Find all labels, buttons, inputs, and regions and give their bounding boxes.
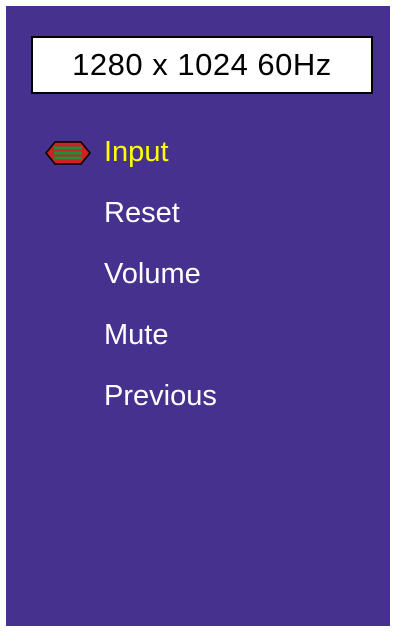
menu-item-label: Previous (104, 380, 217, 412)
menu-item-mute[interactable]: Mute (6, 305, 390, 366)
menu-list: Input Reset Volume Mute Previous (6, 122, 390, 427)
resolution-display: 1280 x 1024 60Hz (31, 36, 373, 94)
menu-item-reset[interactable]: Reset (6, 183, 390, 244)
menu-item-label: Mute (104, 319, 169, 351)
resolution-text: 1280 x 1024 60Hz (72, 47, 332, 82)
menu-item-label: Input (104, 136, 169, 168)
menu-item-label: Volume (104, 258, 201, 290)
selection-cursor-icon (45, 140, 91, 165)
menu-item-input[interactable]: Input (6, 122, 390, 183)
menu-item-label: Reset (104, 197, 180, 229)
menu-item-volume[interactable]: Volume (6, 244, 390, 305)
menu-item-previous[interactable]: Previous (6, 366, 390, 427)
osd-menu-panel: 1280 x 1024 60Hz Input Reset Volume Mute… (6, 6, 390, 626)
